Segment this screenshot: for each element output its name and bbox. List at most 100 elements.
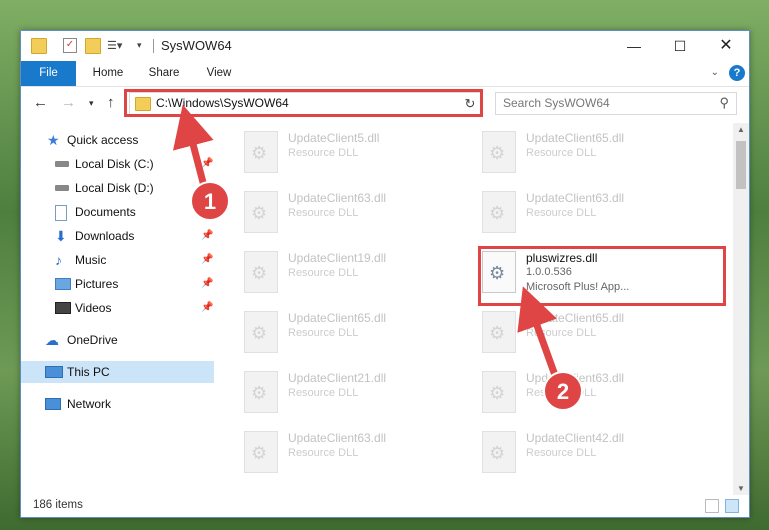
file-item[interactable]: UpdateClient21.dll Resource DLL bbox=[224, 363, 454, 419]
help-button[interactable]: ? bbox=[729, 65, 745, 81]
file-description: Resource DLL bbox=[288, 267, 359, 279]
sidebar-item-label: Quick access bbox=[67, 133, 139, 147]
file-item[interactable]: UpdateClient42.dll Resource DLL bbox=[462, 423, 692, 479]
sidebar-item-videos[interactable]: Videos 📌 bbox=[21, 297, 214, 319]
file-description: Resource DLL bbox=[526, 387, 597, 399]
dll-file-icon bbox=[244, 431, 278, 473]
file-item[interactable]: UpdateClient65.dll Resource DLL bbox=[462, 123, 692, 179]
dll-file-icon bbox=[244, 371, 278, 413]
file-description: Resource DLL bbox=[288, 447, 359, 459]
close-button[interactable]: ✕ bbox=[703, 31, 749, 61]
up-button[interactable]: ↑ bbox=[107, 94, 115, 111]
maximize-button[interactable]: ☐ bbox=[657, 31, 703, 61]
file-name: UpdateClient63.dll bbox=[288, 191, 387, 205]
sidebar-item-music[interactable]: ♪ Music 📌 bbox=[21, 249, 214, 271]
file-description: Resource DLL bbox=[288, 387, 359, 399]
dll-file-icon bbox=[482, 311, 516, 353]
customize-qat-icon[interactable]: ☰▾ bbox=[107, 39, 122, 53]
search-icon[interactable]: ⚲ bbox=[719, 95, 729, 111]
title-separator bbox=[153, 39, 154, 53]
sidebar-item-label: Local Disk (D:) bbox=[75, 181, 154, 195]
sidebar-item-local-disk-d[interactable]: Local Disk (D:) bbox=[21, 177, 214, 199]
file-name: UpdateClient21.dll bbox=[288, 371, 387, 385]
sidebar-item-local-disk-c[interactable]: Local Disk (C:) 📌 bbox=[21, 153, 214, 175]
dll-file-icon bbox=[244, 131, 278, 173]
pin-icon[interactable]: 📌 bbox=[201, 249, 213, 271]
pin-icon[interactable]: 📌 bbox=[201, 273, 213, 295]
computer-icon bbox=[45, 366, 63, 378]
sidebar-item-label: Pictures bbox=[75, 277, 119, 291]
file-item[interactable]: UpdateClient65.dll Resource DLL bbox=[224, 303, 454, 359]
pictures-icon bbox=[55, 278, 71, 290]
tab-view[interactable]: View bbox=[197, 61, 241, 86]
tab-share[interactable]: Share bbox=[141, 61, 187, 86]
sidebar-item-onedrive[interactable]: ☁ OneDrive bbox=[21, 329, 214, 351]
minimize-button[interactable]: — bbox=[611, 31, 657, 61]
file-item[interactable]: UpdateClient65.dll Resource DLL bbox=[462, 303, 692, 359]
sidebar-item-documents[interactable]: Documents bbox=[21, 201, 214, 223]
tab-file[interactable]: File bbox=[21, 61, 76, 86]
scroll-thumb[interactable] bbox=[736, 141, 746, 189]
scroll-down-icon[interactable]: ▼ bbox=[737, 484, 745, 493]
ribbon-tabs: File Home Share View ⌄ ? bbox=[21, 61, 749, 87]
file-item[interactable]: UpdateClient19.dll Resource DLL bbox=[224, 243, 454, 299]
pin-icon[interactable]: 📌 bbox=[201, 225, 213, 247]
sidebar-item-pictures[interactable]: Pictures 📌 bbox=[21, 273, 214, 295]
sidebar-item-network[interactable]: Network bbox=[21, 393, 214, 415]
dll-file-icon bbox=[244, 251, 278, 293]
dll-file-icon bbox=[482, 371, 516, 413]
sidebar-item-label: Network bbox=[67, 397, 112, 411]
new-folder-icon[interactable] bbox=[85, 38, 101, 54]
expand-ribbon-icon[interactable]: ⌄ bbox=[711, 67, 719, 78]
network-icon bbox=[45, 398, 61, 410]
sidebar-item-label: This PC bbox=[67, 365, 110, 379]
sidebar-item-label: Local Disk (C:) bbox=[75, 157, 154, 171]
vertical-scrollbar[interactable]: ▲ ▼ bbox=[733, 123, 749, 495]
sidebar-item-quick-access[interactable]: ★ Quick access bbox=[21, 129, 214, 151]
file-name: UpdateClient65.dll bbox=[526, 131, 625, 145]
dll-file-icon bbox=[244, 311, 278, 353]
pin-icon[interactable]: 📌 bbox=[201, 297, 213, 319]
scroll-up-icon[interactable]: ▲ bbox=[737, 125, 745, 134]
search-input[interactable]: Search SysWOW64 ⚲ bbox=[495, 92, 737, 115]
sidebar-item-downloads[interactable]: ⬇ Downloads 📌 bbox=[21, 225, 214, 247]
pin-icon[interactable]: 📌 bbox=[201, 153, 213, 175]
file-description: Resource DLL bbox=[526, 147, 597, 159]
file-item[interactable]: UpdateClient63.dll Resource DLL bbox=[224, 183, 454, 239]
dll-file-icon bbox=[244, 191, 278, 233]
dll-file-icon bbox=[482, 131, 516, 173]
properties-icon[interactable]: ✓ bbox=[63, 38, 77, 53]
qat-dropdown-icon[interactable]: ▾ bbox=[137, 40, 151, 54]
navigation-pane: ★ Quick access Local Disk (C:) 📌 Local D… bbox=[21, 123, 214, 495]
document-icon bbox=[55, 205, 67, 221]
file-description: Resource DLL bbox=[526, 207, 597, 219]
forward-button[interactable]: → bbox=[61, 94, 76, 111]
sidebar-item-label: Downloads bbox=[75, 229, 135, 243]
file-description: Resource DLL bbox=[526, 327, 597, 339]
videos-icon bbox=[55, 302, 71, 314]
file-highlight-box bbox=[478, 246, 726, 306]
recent-locations-icon[interactable]: ▾ bbox=[89, 98, 94, 109]
sidebar-item-this-pc[interactable]: This PC bbox=[21, 361, 214, 383]
file-item[interactable]: UpdateClient5.dll Resource DLL bbox=[224, 123, 454, 179]
file-item[interactable]: UpdateClient63.dll Resource DLL bbox=[224, 423, 454, 479]
tiles-view-icon[interactable] bbox=[725, 499, 739, 513]
file-item[interactable]: UpdateClient63.dll Resource DLL bbox=[462, 183, 692, 239]
back-button[interactable]: ← bbox=[33, 94, 48, 111]
file-item[interactable]: UpdateClient63.dll Resource DLL bbox=[462, 363, 692, 419]
file-description: Resource DLL bbox=[526, 447, 597, 459]
details-view-icon[interactable] bbox=[705, 499, 719, 513]
dll-file-icon bbox=[482, 431, 516, 473]
file-name: UpdateClient63.dll bbox=[288, 431, 387, 445]
tab-home[interactable]: Home bbox=[83, 61, 133, 86]
explorer-window: ✓ ☰▾ ▾ SysWOW64 — ☐ ✕ File Home Share Vi… bbox=[20, 30, 750, 518]
address-highlight-box bbox=[124, 89, 483, 117]
status-bar: 186 items bbox=[21, 495, 749, 517]
file-name: UpdateClient65.dll bbox=[526, 311, 625, 325]
music-icon: ♪ bbox=[55, 252, 62, 268]
title-bar: ✓ ☰▾ ▾ SysWOW64 — ☐ ✕ bbox=[21, 31, 749, 61]
file-name: UpdateClient5.dll bbox=[288, 131, 380, 145]
star-icon: ★ bbox=[47, 132, 60, 148]
file-description: Resource DLL bbox=[288, 147, 359, 159]
search-placeholder: Search SysWOW64 bbox=[503, 96, 610, 110]
